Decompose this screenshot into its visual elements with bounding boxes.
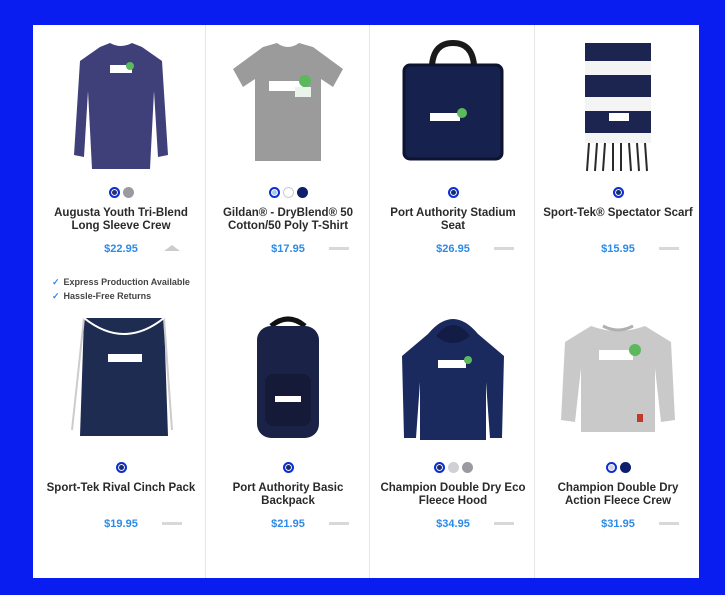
- product-image[interactable]: [58, 35, 184, 175]
- color-swatches: [38, 187, 204, 201]
- brand-logo-icon: [329, 522, 349, 525]
- product-title[interactable]: Champion Double Dry Action Fleece Crew: [543, 482, 693, 508]
- product-card[interactable]: Augusta Youth Tri-Blend Long Sleeve Crew…: [38, 25, 204, 302]
- brand-logo-icon: [494, 522, 514, 525]
- product-title[interactable]: Sport-Tek® Spectator Scarf: [543, 207, 693, 220]
- feature-list: ✓ Express Production Available ✓ Hassle-Fr…: [52, 275, 190, 303]
- brand-logo-icon: [659, 522, 679, 525]
- product-title[interactable]: Port Authority Stadium Seat: [378, 207, 528, 233]
- product-image[interactable]: [390, 310, 516, 450]
- color-swatch[interactable]: [447, 462, 459, 473]
- color-swatch[interactable]: [433, 462, 445, 473]
- color-swatch[interactable]: [605, 462, 617, 473]
- color-swatches: [370, 462, 536, 476]
- product-image[interactable]: [225, 310, 351, 450]
- product-card[interactable]: Gildan® - DryBlend® 50 Cotton/50 Poly T-…: [205, 25, 371, 302]
- brand-logo-icon: [659, 247, 679, 250]
- product-card[interactable]: Port Authority Stadium Seat $26.95: [370, 25, 536, 302]
- feature-item: ✓ Express Production Available: [52, 277, 190, 287]
- color-swatch[interactable]: [447, 187, 459, 198]
- color-swatch[interactable]: [461, 462, 473, 473]
- product-image[interactable]: [555, 310, 681, 450]
- product-image[interactable]: [225, 35, 351, 175]
- product-title[interactable]: Gildan® - DryBlend® 50 Cotton/50 Poly T-…: [213, 207, 363, 233]
- color-swatch[interactable]: [268, 187, 280, 198]
- color-swatches: [535, 187, 699, 201]
- color-swatches: [535, 462, 699, 476]
- product-image[interactable]: [390, 35, 516, 175]
- color-swatches: [205, 187, 371, 201]
- color-swatch[interactable]: [282, 187, 294, 198]
- color-swatch[interactable]: [108, 187, 120, 198]
- product-card[interactable]: Sport-Tek Rival Cinch Pack $19.95: [38, 300, 204, 577]
- brand-logo-icon: [494, 247, 514, 250]
- color-swatch[interactable]: [122, 187, 134, 198]
- product-image[interactable]: [58, 310, 184, 450]
- color-swatches: [38, 462, 204, 476]
- product-card[interactable]: Port Authority Basic Backpack $21.95: [205, 300, 371, 577]
- product-title[interactable]: Champion Double Dry Eco Fleece Hood: [378, 482, 528, 508]
- product-title[interactable]: Sport-Tek Rival Cinch Pack: [46, 482, 196, 495]
- color-swatch[interactable]: [115, 462, 127, 473]
- color-swatch[interactable]: [296, 187, 308, 198]
- color-swatch[interactable]: [619, 462, 631, 473]
- product-image[interactable]: [555, 35, 681, 175]
- product-card[interactable]: Sport-Tek® Spectator Scarf $15.95: [535, 25, 699, 302]
- brand-logo-icon: [162, 522, 182, 525]
- color-swatch[interactable]: [612, 187, 624, 198]
- color-swatches: [205, 462, 371, 476]
- brand-logo-icon: [329, 247, 349, 250]
- product-grid: Augusta Youth Tri-Blend Long Sleeve Crew…: [33, 25, 699, 578]
- product-title[interactable]: Augusta Youth Tri-Blend Long Sleeve Crew: [46, 207, 196, 233]
- product-title[interactable]: Port Authority Basic Backpack: [213, 482, 363, 508]
- check-icon: ✓: [52, 277, 60, 287]
- color-swatch[interactable]: [282, 462, 294, 473]
- brand-logo-icon: [164, 245, 180, 251]
- color-swatches: [370, 187, 536, 201]
- product-card[interactable]: Champion Double Dry Eco Fleece Hood $34.…: [370, 300, 536, 577]
- product-card[interactable]: Champion Double Dry Action Fleece Crew $…: [535, 300, 699, 577]
